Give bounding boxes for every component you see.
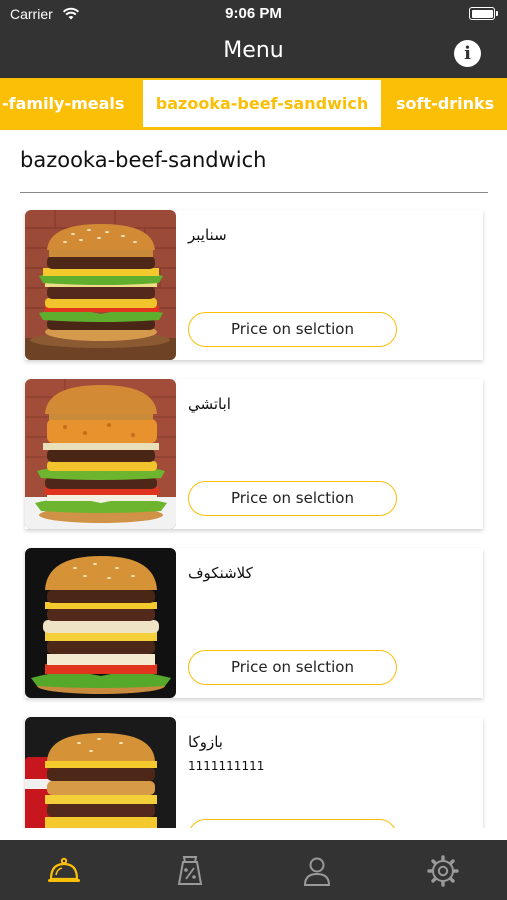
- price-button[interactable]: Price on selction: [188, 481, 397, 516]
- bottom-tab-bar: [0, 840, 507, 900]
- battery-icon: [469, 7, 498, 20]
- cloche-icon[interactable]: [47, 854, 81, 888]
- item-name: كلاشنكوف: [188, 564, 253, 582]
- page-title: Menu: [223, 38, 284, 63]
- item-image: [25, 210, 176, 360]
- price-button[interactable]: Price on selction: [188, 819, 397, 828]
- navigation-bar: Menu i: [0, 28, 507, 78]
- menu-item-card[interactable]: بازوكا 1111111111 Price on selction: [25, 717, 483, 828]
- menu-item-list[interactable]: سنايبر Price on selction اباتشي Price on…: [0, 193, 507, 828]
- price-button[interactable]: Price on selction: [188, 650, 397, 685]
- item-name: اباتشي: [188, 395, 231, 413]
- item-image: [25, 717, 176, 828]
- menu-item-card[interactable]: كلاشنكوف Price on selction: [25, 548, 483, 698]
- section-title: bazooka-beef-sandwich: [20, 148, 267, 172]
- tab-bazooka-beef-sandwich[interactable]: bazooka-beef-sandwich: [143, 80, 381, 127]
- item-name: بازوكا: [188, 733, 223, 751]
- info-icon[interactable]: i: [454, 40, 481, 67]
- item-description: 1111111111: [188, 759, 265, 773]
- menu-item-card[interactable]: سنايبر Price on selction: [25, 210, 483, 360]
- tab-family-meals[interactable]: -family-meals: [2, 78, 124, 130]
- user-icon[interactable]: [300, 854, 334, 888]
- status-time: 9:06 PM: [225, 5, 282, 22]
- item-image: [25, 548, 176, 698]
- item-image: [25, 379, 176, 529]
- menu-item-card[interactable]: اباتشي Price on selction: [25, 379, 483, 529]
- price-button[interactable]: Price on selction: [188, 312, 397, 347]
- discount-bag-icon[interactable]: [173, 854, 207, 888]
- item-name: سنايبر: [188, 226, 227, 244]
- status-bar: Carrier 9:06 PM: [0, 0, 507, 28]
- tab-soft-drinks[interactable]: soft-drinks: [396, 78, 494, 130]
- settings-icon[interactable]: [426, 854, 460, 888]
- category-tab-bar[interactable]: -family-meals bazooka-beef-sandwich soft…: [0, 78, 507, 130]
